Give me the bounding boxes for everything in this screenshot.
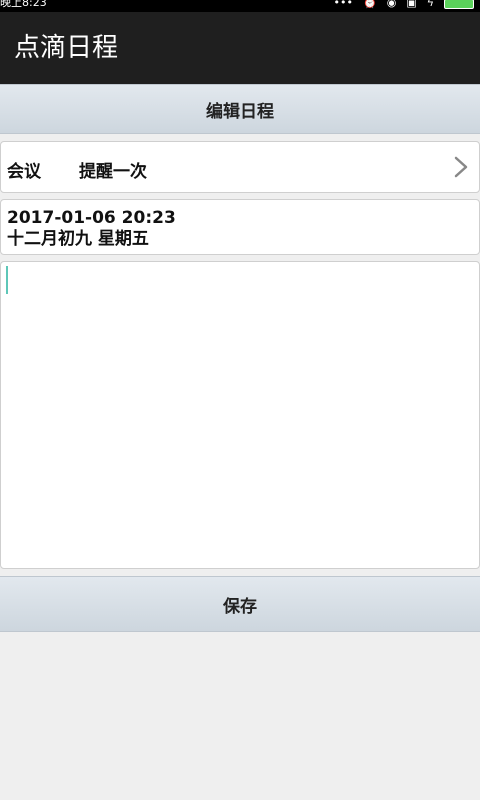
more-icon: ••• [333,0,354,9]
save-button[interactable]: 保存 [0,576,480,632]
charging-icon: ϟ [426,0,434,9]
battery-icon [444,0,474,9]
event-type-row[interactable]: 会议 提醒一次 [0,141,480,193]
note-area[interactable] [0,261,480,569]
page-header: 编辑日程 [0,84,480,134]
chevron-right-icon [454,156,468,178]
event-type: 会议 [7,162,41,182]
wifi-icon: ◉ [386,0,397,9]
text-cursor [6,266,8,294]
status-time: 晚上8:23 [0,0,47,9]
date-row[interactable]: 2017-01-06 20:23 十二月初九 星期五 [0,199,480,255]
save-button-label: 保存 [223,596,257,617]
lunar-date: 十二月初九 星期五 [7,229,149,249]
alarm-icon: ⏰ [363,0,377,9]
page-title: 编辑日程 [206,101,274,122]
app-title: 点滴日程 [14,33,119,63]
note-input[interactable] [1,262,479,568]
sim-icon: ▣ [406,0,417,9]
status-bar: 晚上8:23 ••• ⏰ ◉ ▣ ϟ [0,0,480,12]
remind-setting: 提醒一次 [79,162,147,182]
event-date: 2017-01-06 20:23 [7,208,176,228]
app-bar: 点滴日程 [0,12,480,84]
status-icons: ••• ⏰ ◉ ▣ ϟ [334,0,474,9]
